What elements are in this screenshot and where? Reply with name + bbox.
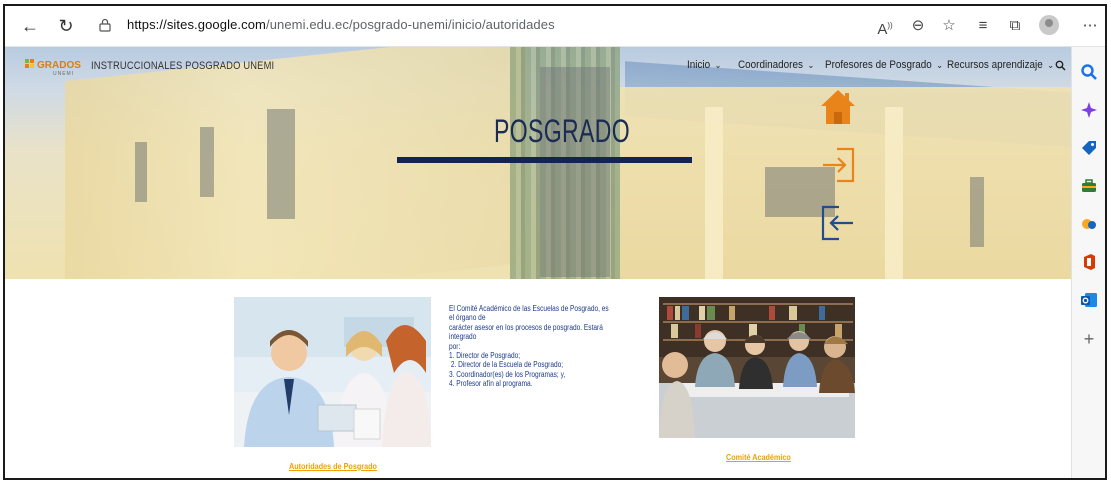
add-icon[interactable]: + (1079, 329, 1099, 349)
building-left-image (65, 47, 525, 279)
games-icon[interactable] (1080, 215, 1098, 233)
column-image (885, 107, 903, 279)
tag-icon[interactable] (1080, 139, 1098, 157)
description-line: 3. Coordinador(es) de los Programas; y, (449, 369, 566, 379)
description-line: El Comité Académico de las Escuelas de P… (449, 304, 609, 323)
url-text[interactable]: https://sites.google.com/unemi.edu.ec/po… (127, 17, 555, 32)
comite-description: El Comité Académico de las Escuelas de P… (449, 304, 613, 389)
refresh-icon[interactable]: ↻ (55, 15, 77, 37)
read-aloud-icon[interactable]: A)) (875, 16, 895, 38)
url-path: /unemi.edu.ec/posgrado-unemi/inicio/auto… (265, 17, 555, 32)
url-host: https://sites.google.com (127, 17, 266, 32)
glass-facade-image (540, 67, 610, 277)
search-icon[interactable] (1080, 63, 1098, 81)
logo-subtext: UNEMI (53, 71, 75, 77)
profile-avatar[interactable] (1039, 15, 1059, 35)
meeting-photo (234, 297, 431, 447)
web-page: GRADOS UNEMI INSTRUCCIONALES POSGRADO UN… (5, 47, 1071, 478)
nav-item-coordinadores[interactable]: Coordinadores ⌄ (738, 59, 814, 71)
logo-icon (25, 59, 34, 68)
nav-label: Profesores de Posgrado (825, 59, 932, 71)
back-arrow-icon[interactable]: ← (19, 15, 41, 37)
column-image (705, 107, 723, 279)
browser-sidebar: + (1071, 47, 1105, 478)
nav-item-profesores[interactable]: Profesores de Posgrado ⌄ (825, 59, 943, 71)
nav-label: Coordinadores (738, 59, 803, 71)
sparkle-icon[interactable] (1080, 101, 1098, 119)
address-bar[interactable]: https://sites.google.com/unemi.edu.ec/po… (93, 13, 848, 39)
nav-label: Recursos aprendizaje (947, 59, 1043, 71)
title-underline (397, 157, 692, 163)
logout-arrow-icon[interactable] (819, 203, 857, 243)
description-line: por: (449, 341, 461, 351)
nav-item-recursos[interactable]: Recursos aprendizaje ⌄ (947, 59, 1054, 71)
window-image (200, 127, 214, 197)
autoridades-link[interactable]: Autoridades de Posgrado (289, 461, 377, 471)
description-line: 4. Profesor afín al programa. (449, 379, 533, 389)
page-title: POSGRADO (494, 113, 631, 149)
chevron-down-icon: ⌄ (1047, 60, 1055, 70)
site-header: GRADOS UNEMI INSTRUCCIONALES POSGRADO UN… (5, 47, 1071, 79)
office-icon[interactable] (1080, 253, 1098, 271)
login-arrow-icon[interactable] (819, 145, 857, 185)
more-menu-icon[interactable]: ⋯ (1080, 16, 1100, 36)
comite-academico-link[interactable]: Comité Académico (726, 452, 791, 462)
favorite-star-icon[interactable]: ☆ (939, 16, 959, 36)
site-title[interactable]: INSTRUCCIONALES POSGRADO UNEMI (91, 60, 274, 72)
window-image (970, 177, 984, 247)
hero-banner: GRADOS UNEMI INSTRUCCIONALES POSGRADO UN… (5, 47, 1071, 279)
favorites-list-icon[interactable]: ≡ (973, 16, 993, 36)
window-image (267, 109, 295, 219)
description-line: 1. Director de Posgrado; (449, 351, 521, 361)
briefcase-icon[interactable] (1080, 177, 1098, 195)
library-photo (659, 297, 855, 438)
chevron-down-icon: ⌄ (807, 60, 815, 70)
home-icon[interactable] (819, 87, 857, 127)
nav-label: Inicio (687, 59, 711, 71)
collections-icon[interactable]: ⧉ (1005, 16, 1025, 36)
chevron-down-icon: ⌄ (936, 60, 944, 70)
logo-text: GRADOS (37, 60, 81, 71)
description-line: carácter asesor en los procesos de posgr… (449, 322, 603, 342)
zoom-icon[interactable]: ⊖ (908, 16, 928, 36)
browser-window: ← ↻ https://sites.google.com/unemi.edu.e… (3, 4, 1107, 480)
outlook-icon[interactable] (1080, 291, 1098, 309)
site-search-icon[interactable] (1055, 60, 1066, 71)
window-image (135, 142, 147, 202)
chevron-down-icon: ⌄ (714, 60, 722, 70)
page-info-icon[interactable] (99, 18, 111, 32)
description-line: 2. Director de la Escuela de Posgrado; (449, 360, 564, 370)
nav-item-inicio[interactable]: Inicio ⌄ (687, 59, 721, 71)
browser-toolbar: ← ↻ https://sites.google.com/unemi.edu.e… (5, 6, 1105, 47)
